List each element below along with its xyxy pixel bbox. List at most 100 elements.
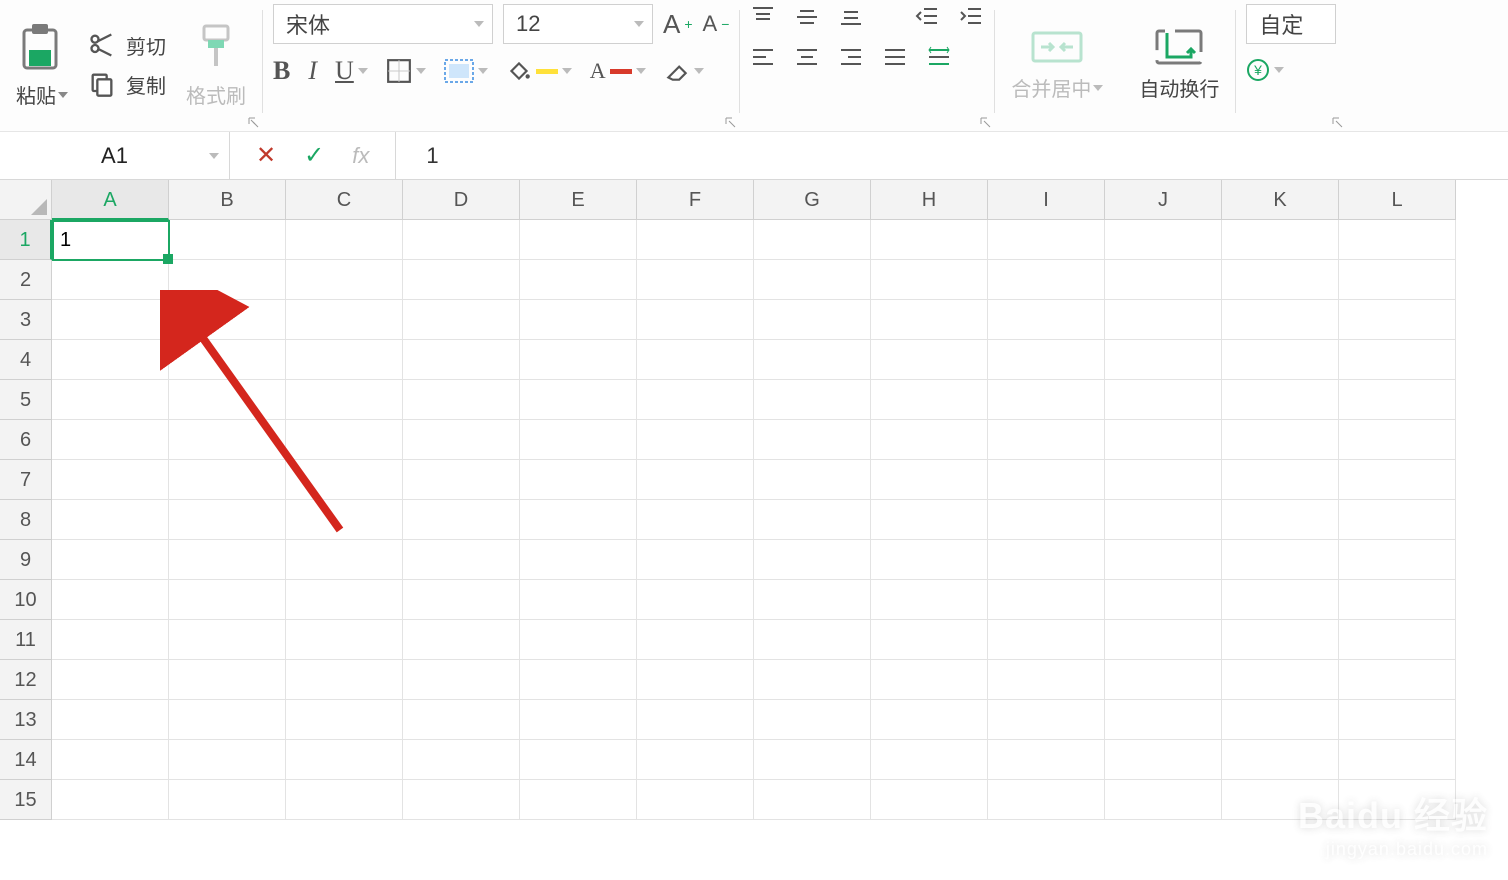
cell[interactable] [637,660,754,700]
cell[interactable] [520,500,637,540]
alignment-launcher[interactable] [978,115,992,129]
cell[interactable] [286,780,403,820]
cell[interactable] [52,620,169,660]
row-header[interactable]: 13 [0,700,52,740]
cell[interactable] [1222,420,1339,460]
cell[interactable] [988,580,1105,620]
insert-function-button[interactable]: fx [352,143,369,169]
cell[interactable] [403,700,520,740]
cell[interactable] [286,460,403,500]
cell[interactable] [1339,460,1456,500]
row-header[interactable]: 3 [0,300,52,340]
cell[interactable] [403,260,520,300]
cell[interactable] [1105,700,1222,740]
align-center-button[interactable] [794,44,820,70]
cell[interactable] [169,300,286,340]
font-color-button[interactable]: A [590,58,646,84]
copy-button[interactable]: 复制 [84,68,170,101]
cell[interactable] [1105,780,1222,820]
column-header[interactable]: B [169,180,286,220]
cell[interactable] [988,460,1105,500]
cell[interactable] [871,260,988,300]
cell[interactable] [1222,380,1339,420]
cell[interactable] [871,220,988,260]
cell[interactable] [520,340,637,380]
cell[interactable] [871,380,988,420]
cell-style-button[interactable] [444,58,488,84]
cell[interactable] [520,460,637,500]
cell[interactable] [52,780,169,820]
increase-indent-button[interactable] [958,4,984,30]
cell[interactable] [637,460,754,500]
font-size-select[interactable]: 12 [503,4,653,44]
cell[interactable] [286,580,403,620]
cell[interactable] [1222,700,1339,740]
cell[interactable] [754,380,871,420]
cell[interactable] [754,780,871,820]
cell[interactable] [754,300,871,340]
row-header[interactable]: 9 [0,540,52,580]
cell[interactable] [754,620,871,660]
cell[interactable] [520,580,637,620]
cell[interactable] [286,220,403,260]
cell[interactable] [403,380,520,420]
cell[interactable] [1339,700,1456,740]
cell[interactable] [520,780,637,820]
cell[interactable] [1339,260,1456,300]
cell[interactable] [637,700,754,740]
cell[interactable] [754,540,871,580]
column-header[interactable]: C [286,180,403,220]
cell[interactable] [1339,340,1456,380]
cell[interactable] [988,780,1105,820]
cell[interactable] [1339,220,1456,260]
cell[interactable] [1222,580,1339,620]
cell[interactable] [754,420,871,460]
cell[interactable] [637,380,754,420]
cell[interactable] [403,340,520,380]
confirm-edit-button[interactable]: ✓ [304,141,324,170]
cell[interactable] [988,340,1105,380]
cell[interactable] [637,580,754,620]
row-header[interactable]: 14 [0,740,52,780]
cell[interactable] [286,500,403,540]
cell[interactable] [52,540,169,580]
cell[interactable] [988,660,1105,700]
cell[interactable] [52,260,169,300]
column-header[interactable]: I [988,180,1105,220]
cell[interactable] [754,340,871,380]
cell[interactable] [988,540,1105,580]
font-name-select[interactable]: 宋体 [273,4,493,44]
row-header[interactable]: 12 [0,660,52,700]
row-header[interactable]: 11 [0,620,52,660]
cell[interactable] [637,220,754,260]
cell[interactable] [286,420,403,460]
cell[interactable] [169,700,286,740]
column-header[interactable]: H [871,180,988,220]
cell[interactable] [1339,580,1456,620]
cell[interactable] [403,300,520,340]
increase-font-button[interactable]: A+ [663,9,693,40]
cell[interactable] [871,740,988,780]
font-launcher[interactable] [723,115,737,129]
cell[interactable] [1339,300,1456,340]
row-header[interactable]: 6 [0,420,52,460]
cell[interactable] [286,660,403,700]
cell[interactable] [988,300,1105,340]
cell[interactable] [403,620,520,660]
cell[interactable] [754,740,871,780]
cell[interactable] [1105,220,1222,260]
distribute-button[interactable] [926,44,952,70]
cell[interactable] [1222,660,1339,700]
cell[interactable] [403,660,520,700]
cell[interactable] [520,540,637,580]
cell[interactable] [1222,220,1339,260]
cell[interactable] [403,460,520,500]
cell[interactable] [754,500,871,540]
cell[interactable] [1339,620,1456,660]
paste-button[interactable]: 粘贴 [10,20,74,109]
cell[interactable] [871,420,988,460]
cell[interactable] [637,540,754,580]
column-header[interactable]: A [52,180,169,220]
cell[interactable] [1105,420,1222,460]
cell[interactable] [988,420,1105,460]
